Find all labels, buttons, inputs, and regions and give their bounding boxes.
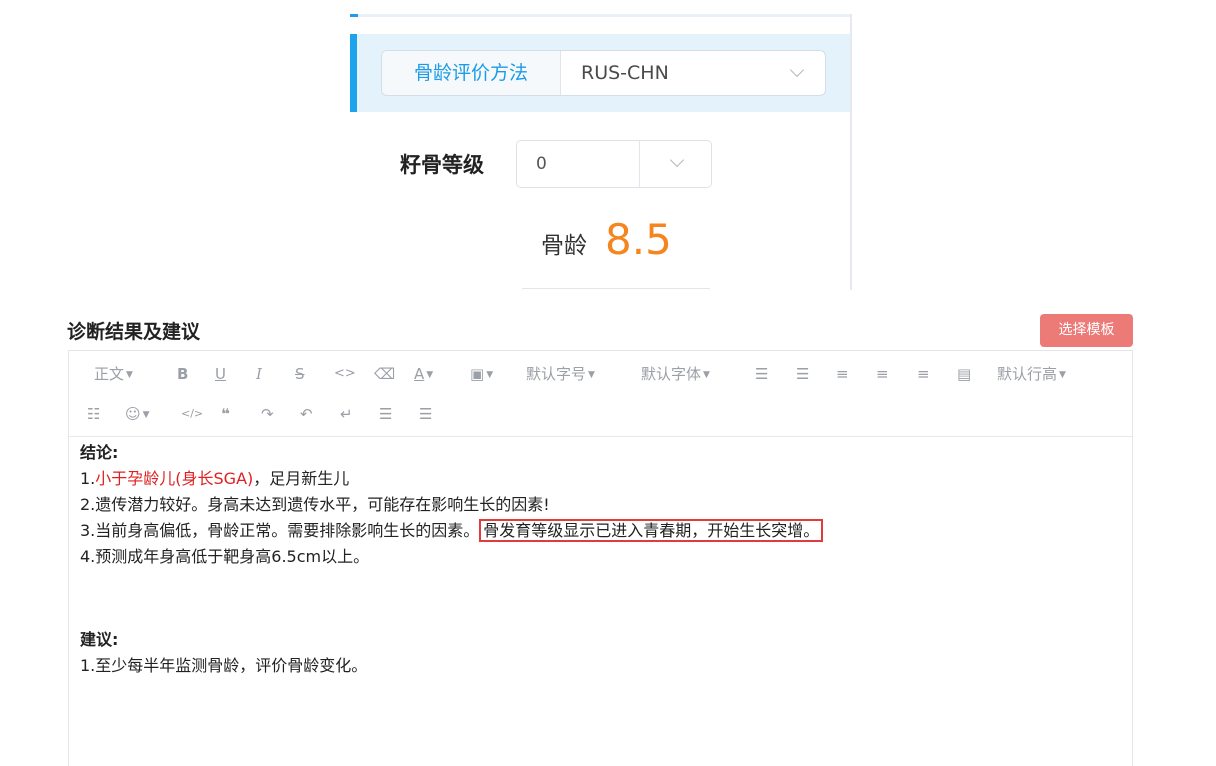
line1-rest: ，足月新生儿	[253, 469, 350, 488]
bulleted-list-icon[interactable]: ☰	[379, 404, 392, 424]
caret-down-icon: ▼	[486, 369, 494, 380]
line-height-dropdown[interactable]: 默认行高 ▼	[997, 364, 1066, 385]
method-value: RUS-CHN	[581, 62, 669, 84]
italic-button[interactable]: I	[256, 364, 262, 384]
sesamoid-grade-select[interactable]: 0	[516, 140, 712, 188]
eraser-icon[interactable]: ⌫	[374, 364, 395, 384]
emoji-icon: ☺	[125, 405, 141, 423]
font-color-dropdown[interactable]: A ▼	[414, 364, 433, 385]
background-color-dropdown[interactable]: ▣ ▼	[470, 364, 493, 385]
outdent-icon[interactable]: ☰	[796, 364, 809, 384]
caret-down-icon: ▼	[126, 369, 133, 380]
advice-line-1: 1.至少每半年监测骨龄，评价骨龄变化。	[80, 656, 368, 675]
numbered-list-icon[interactable]: ☰	[419, 404, 432, 424]
line-height-label: 默认行高	[997, 365, 1058, 383]
paragraph-format-label: 正文	[94, 365, 125, 383]
sga-highlight: 小于孕龄儿(身长SGA)	[95, 469, 254, 488]
method-select[interactable]: 骨龄评价方法 RUS-CHN	[381, 50, 826, 96]
blockquote-icon[interactable]: ❝	[221, 404, 230, 424]
chevron-down-icon[interactable]	[669, 152, 685, 168]
panel-right-border	[850, 14, 852, 290]
caret-down-icon: ▼	[588, 369, 595, 380]
conclusion-heading: 结论:	[80, 443, 119, 462]
align-justify-icon[interactable]: ▤	[957, 364, 971, 384]
conclusion-line-3: 3.当前身高偏低，骨龄正常。需要排除影响生长的因素。 骨发育等级显示已进入青春期，…	[80, 519, 824, 543]
caret-down-icon: ▼	[426, 369, 434, 380]
enter-icon[interactable]: ↵	[340, 404, 353, 424]
paragraph-format-dropdown[interactable]: 正文 ▼	[94, 364, 133, 385]
panel-top-accent	[350, 14, 358, 17]
redo-icon[interactable]: ↷	[261, 404, 274, 424]
horizontal-rule-icon[interactable]: ☷	[87, 404, 100, 424]
font-size-dropdown[interactable]: 默认字号 ▼	[526, 364, 595, 385]
panel-top-divider	[350, 14, 850, 17]
sesamoid-grade-value: 0	[536, 154, 547, 174]
sesamoid-grade-label: 籽骨等级	[400, 153, 484, 177]
caret-down-icon: ▼	[1059, 369, 1066, 380]
align-left-icon[interactable]: ≡	[836, 364, 849, 384]
font-family-dropdown[interactable]: 默认字体 ▼	[641, 364, 710, 385]
select-template-button[interactable]: 选择模板	[1040, 314, 1133, 347]
bold-button[interactable]: B	[177, 364, 188, 384]
editor-toolbar: 正文 ▼ B U I S <> ⌫ A ▼ ▣ ▼ 默认字号 ▼ 默认字体 ▼ ☰ ☰ ≡…	[69, 351, 1132, 437]
emoji-dropdown[interactable]: ☺ ▼	[125, 404, 150, 425]
font-size-label: 默认字号	[526, 365, 587, 383]
code-block-icon[interactable]: </>	[181, 404, 203, 424]
font-family-label: 默认字体	[641, 365, 702, 383]
strikethrough-button[interactable]: S	[295, 364, 305, 384]
chevron-down-icon[interactable]	[789, 62, 805, 78]
conclusion-line-4: 4.预测成年身高低于靶身高6.5cm以上。	[80, 547, 370, 566]
align-right-icon[interactable]: ≡	[917, 364, 930, 384]
active-row-accent	[350, 34, 357, 112]
puberty-highlight-box: 骨发育等级显示已进入青春期，开始生长突增。	[479, 519, 824, 542]
bone-age-label: 骨龄	[541, 233, 587, 259]
advice-heading: 建议:	[80, 630, 119, 649]
conclusion-line-1: 1.小于孕龄儿(身长SGA)，足月新生儿	[80, 467, 349, 491]
method-label: 骨龄评价方法	[382, 51, 561, 95]
caret-down-icon: ▼	[703, 369, 710, 380]
undo-icon[interactable]: ↶	[300, 404, 313, 424]
inline-code-button[interactable]: <>	[334, 364, 356, 384]
align-center-icon[interactable]: ≡	[876, 364, 889, 384]
line3-text: 3.当前身高偏低，骨龄正常。需要排除影响生长的因素。	[80, 521, 480, 540]
rich-text-editor: 正文 ▼ B U I S <> ⌫ A ▼ ▣ ▼ 默认字号 ▼ 默认字体 ▼ ☰ ☰ ≡…	[68, 350, 1133, 766]
conclusion-line-2: 2.遗传潜力较好。身高未达到遗传水平，可能存在影响生长的因素!	[80, 495, 550, 514]
underline-button[interactable]: U	[215, 364, 226, 384]
line1-prefix: 1.	[80, 469, 96, 488]
method-row: 骨龄评价方法 RUS-CHN	[350, 34, 850, 112]
select-divider	[639, 141, 640, 187]
indent-icon[interactable]: ☰	[755, 364, 768, 384]
diagnosis-title: 诊断结果及建议	[67, 321, 201, 343]
font-color-icon: A	[414, 365, 425, 383]
bone-age-underline	[522, 288, 710, 289]
background-color-icon: ▣	[470, 365, 485, 383]
bone-age-value: 8.5	[605, 215, 672, 264]
caret-down-icon: ▼	[142, 409, 150, 420]
